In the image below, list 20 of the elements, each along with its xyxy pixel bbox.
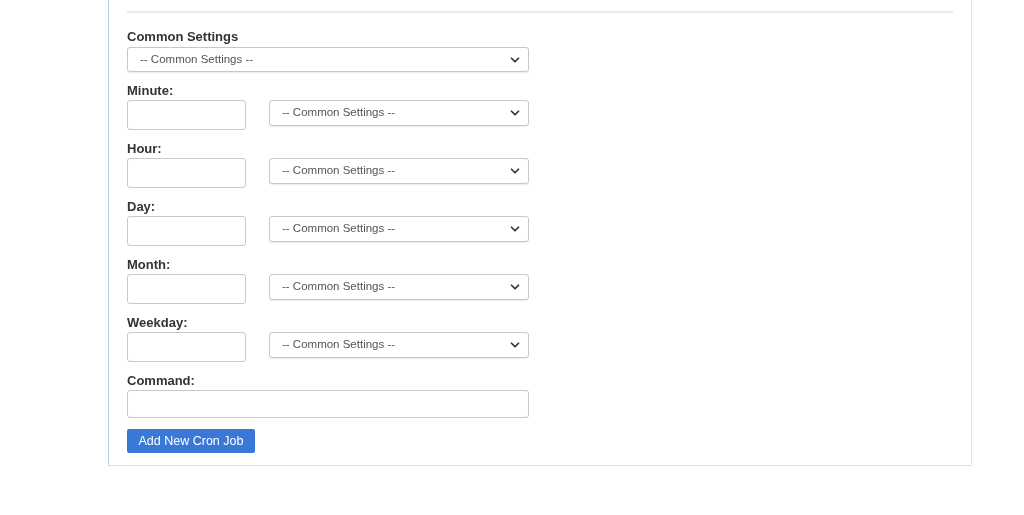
select-field[interactable]: -- Common Settings -- — [269, 158, 529, 184]
select-field[interactable]: -- Common Settings -- — [127, 47, 529, 72]
select-field[interactable]: -- Common Settings -- — [269, 332, 529, 358]
field-label: Month: — [127, 257, 172, 273]
input-field[interactable] — [127, 158, 246, 188]
add-cron-job-button[interactable]: Add New Cron Job — [127, 429, 255, 453]
field-label: Common Settings — [127, 29, 240, 45]
field-label: Command: — [127, 373, 196, 389]
select-field[interactable]: -- Common Settings -- — [269, 274, 529, 300]
input-field[interactable] — [127, 332, 246, 362]
command-input[interactable] — [127, 390, 529, 418]
field-label: Weekday: — [127, 315, 189, 331]
input-field[interactable] — [127, 100, 246, 130]
field-label: Hour: — [127, 141, 163, 157]
field-label: Day: — [127, 199, 157, 215]
input-field[interactable] — [127, 274, 246, 304]
select-field[interactable]: -- Common Settings -- — [269, 216, 529, 242]
input-field[interactable] — [127, 216, 246, 246]
select-field[interactable]: -- Common Settings -- — [269, 100, 529, 126]
field-label: Minute: — [127, 83, 175, 99]
